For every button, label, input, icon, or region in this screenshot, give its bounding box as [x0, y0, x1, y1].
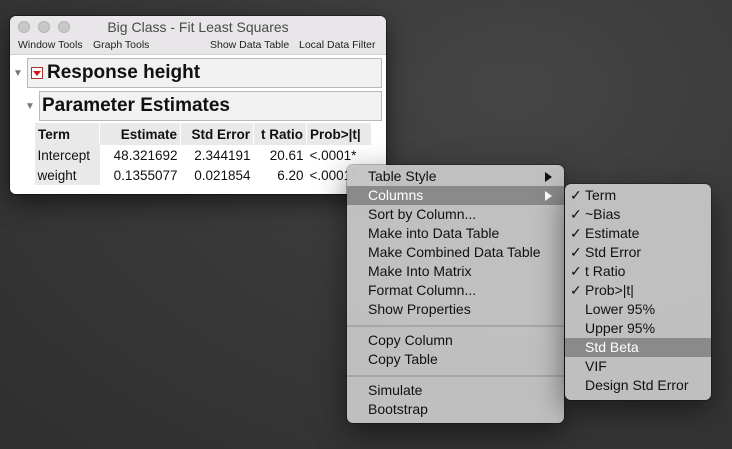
- column-header-t-ratio[interactable]: t Ratio: [253, 123, 307, 145]
- close-button[interactable]: [18, 21, 30, 33]
- submenu-item-label: Term: [585, 187, 617, 203]
- estimate-cell: 48.321692: [113, 147, 178, 163]
- title-bar[interactable]: Big Class - Fit Least Squares: [10, 16, 386, 38]
- submenu-item-design-std-error[interactable]: Design Std Error: [565, 376, 711, 395]
- column-header-term[interactable]: Term: [34, 123, 100, 145]
- submenu-item-std-beta[interactable]: Std Beta: [565, 338, 711, 357]
- menu-item-bootstrap[interactable]: Bootstrap: [347, 400, 564, 419]
- submenu-item-t-ratio[interactable]: ✓ t Ratio: [565, 262, 711, 281]
- submenu-item-label: Std Error: [585, 244, 642, 260]
- disclosure-triangle-icon[interactable]: ▼: [25, 101, 35, 112]
- submenu-item-vif[interactable]: VIF: [565, 357, 711, 376]
- menu-item-make-into-data-table[interactable]: Make into Data Table: [347, 224, 564, 243]
- p-value-cell: <.0001*: [309, 147, 357, 163]
- checkmark-icon: ✓: [570, 263, 582, 279]
- window-tools-button[interactable]: Window Tools: [18, 39, 83, 51]
- menu-item-make-into-matrix[interactable]: Make Into Matrix: [347, 262, 564, 281]
- graph-tools-button[interactable]: Graph Tools: [93, 39, 149, 51]
- submenu-item-prob[interactable]: ✓ Prob>|t|: [565, 281, 711, 300]
- column-header-estimate[interactable]: Estimate: [99, 123, 181, 145]
- menu-item-format-column[interactable]: Format Column...: [347, 281, 564, 300]
- minimize-button[interactable]: [38, 21, 50, 33]
- zoom-button[interactable]: [58, 21, 70, 33]
- menu-item-simulate[interactable]: Simulate: [347, 381, 564, 400]
- submenu-item-label: Prob>|t|: [585, 282, 634, 298]
- menu-item-copy-table[interactable]: Copy Table: [347, 350, 564, 369]
- checkmark-icon: ✓: [570, 244, 582, 260]
- window-toolbar: Window Tools Graph Tools Show Data Table…: [10, 38, 386, 55]
- window-title: Big Class - Fit Least Squares: [107, 19, 289, 35]
- submenu-item-lower-95[interactable]: Lower 95%: [565, 300, 711, 319]
- estimate-cell: 0.1355077: [113, 167, 178, 183]
- submenu-item-label: ~Bias: [585, 206, 621, 222]
- menu-item-copy-column[interactable]: Copy Column: [347, 331, 564, 350]
- term-cell: weight: [34, 165, 100, 185]
- submenu-item-upper-95[interactable]: Upper 95%: [565, 319, 711, 338]
- submenu-item-bias[interactable]: ✓ ~Bias: [565, 205, 711, 224]
- table-header-row: Term Estimate Std Error t Ratio Prob>|t|: [34, 123, 371, 145]
- window-controls: [18, 21, 70, 33]
- term-cell: Intercept: [34, 145, 100, 165]
- menu-item-show-properties[interactable]: Show Properties: [347, 300, 564, 319]
- menu-item-table-style[interactable]: Table Style: [347, 167, 564, 186]
- menu-separator: [347, 375, 564, 377]
- submenu-item-std-error[interactable]: ✓ Std Error: [565, 243, 711, 262]
- t-ratio-cell: 20.61: [269, 147, 304, 163]
- submenu-item-label: Estimate: [585, 225, 640, 241]
- show-data-table-button[interactable]: Show Data Table: [210, 39, 289, 51]
- submenu-item-term[interactable]: ✓ Term: [565, 186, 711, 205]
- checkmark-icon: ✓: [570, 206, 582, 222]
- response-outline: Response height: [27, 58, 382, 88]
- section-title: Parameter Estimates: [42, 95, 230, 116]
- columns-submenu: ✓ Term ✓ ~Bias ✓ Estimate ✓ Std Error ✓ …: [565, 184, 711, 400]
- context-menu: Table Style Columns Sort by Column... Ma…: [347, 165, 564, 423]
- parameter-estimates-outline: Parameter Estimates: [39, 91, 382, 121]
- submenu-item-estimate[interactable]: ✓ Estimate: [565, 224, 711, 243]
- red-triangle-menu-icon[interactable]: [31, 67, 43, 79]
- disclosure-triangle-icon[interactable]: ▼: [13, 68, 23, 79]
- menu-item-label: Table Style: [368, 168, 437, 184]
- menu-item-sort-by-column[interactable]: Sort by Column...: [347, 205, 564, 224]
- local-data-filter-button[interactable]: Local Data Filter: [299, 39, 375, 51]
- t-ratio-cell: 6.20: [277, 167, 304, 183]
- menu-item-label: Columns: [368, 187, 424, 203]
- menu-separator: [347, 325, 564, 327]
- checkmark-icon: ✓: [570, 282, 582, 298]
- table-row: weight 0.1355077 0.021854 6.20 <.0001*: [34, 165, 372, 185]
- menu-item-columns[interactable]: Columns: [347, 186, 564, 205]
- checkmark-icon: ✓: [570, 187, 582, 203]
- column-header-std-error[interactable]: Std Error: [180, 123, 254, 145]
- std-error-cell: 2.344191: [194, 147, 251, 163]
- submenu-arrow-icon: [545, 172, 552, 182]
- menu-item-make-combined-data-table[interactable]: Make Combined Data Table: [347, 243, 564, 262]
- submenu-item-label: t Ratio: [585, 263, 626, 279]
- std-error-cell: 0.021854: [194, 167, 251, 183]
- response-title: Response height: [47, 62, 201, 83]
- parameter-estimates-table: Term Estimate Std Error t Ratio Prob>|t|…: [34, 123, 371, 185]
- table-row: Intercept 48.321692 2.344191 20.61 <.000…: [34, 145, 372, 165]
- report-window: Big Class - Fit Least Squares Window Too…: [10, 16, 386, 194]
- submenu-arrow-icon: [545, 191, 552, 201]
- report-content: ▼ Response height ▼ Parameter Estimates …: [10, 55, 386, 194]
- column-header-prob[interactable]: Prob>|t|: [306, 123, 371, 145]
- checkmark-icon: ✓: [570, 225, 582, 241]
